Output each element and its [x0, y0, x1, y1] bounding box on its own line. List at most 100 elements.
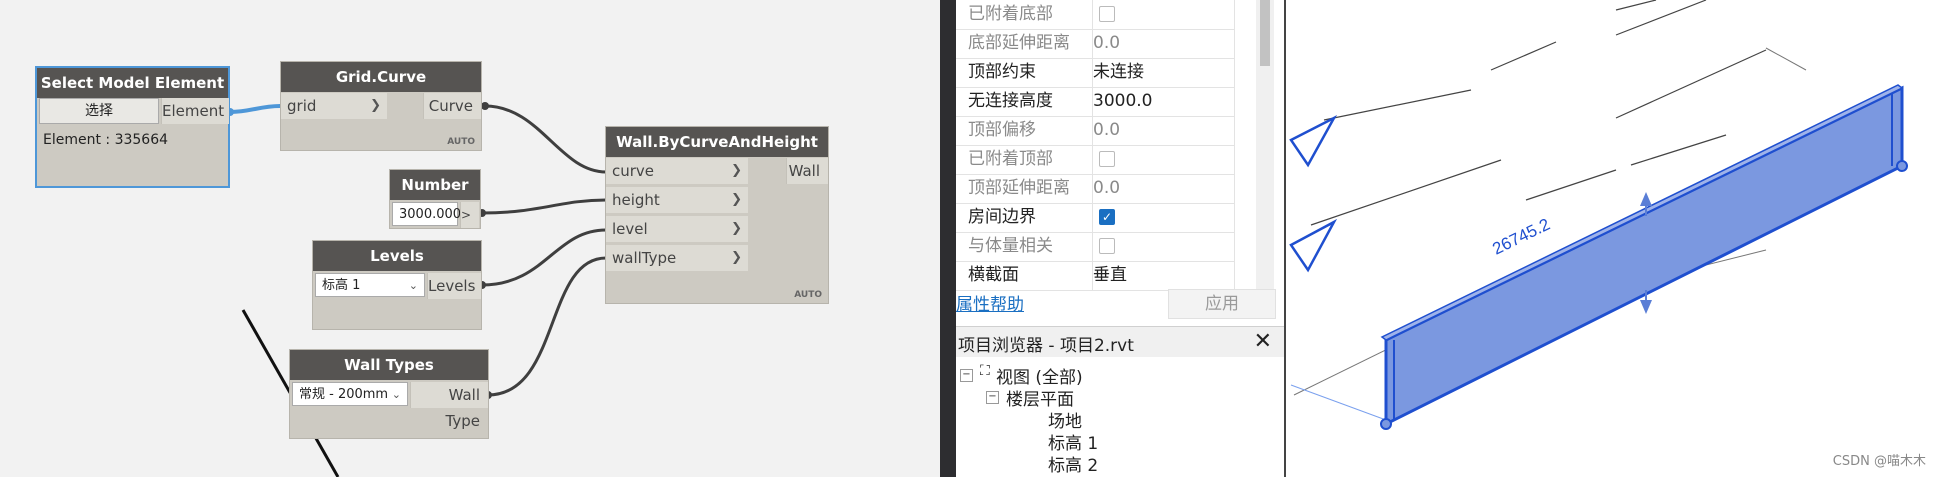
property-row[interactable]: 已附着顶部	[956, 145, 1235, 175]
flip-arrow-icon[interactable]	[1640, 192, 1652, 206]
curve-input-port[interactable]: curve ❯	[606, 158, 748, 184]
dynamo-canvas[interactable]: Select Model Element 选择 Element Element …	[0, 0, 940, 477]
column-divider	[1092, 0, 1093, 290]
node-title: Wall.ByCurveAndHeight	[606, 127, 828, 157]
collapse-toggle-icon[interactable]: −	[986, 391, 999, 404]
chevron-right-icon: ❯	[731, 250, 742, 265]
wire-levels-level[interactable]	[481, 228, 607, 287]
levels-selected: 标高 1	[322, 278, 361, 293]
views-icon: ⛶	[980, 363, 990, 379]
levels-output-port[interactable]: Levels	[427, 273, 481, 299]
levels-node[interactable]: Levels 标高 1 ⌄ Levels	[313, 241, 481, 329]
port-label: wallType	[612, 249, 677, 267]
grid-line	[1615, 0, 1657, 11]
properties-help-link[interactable]: 属性帮助	[956, 290, 1024, 315]
property-row[interactable]: 已附着底部	[956, 0, 1235, 30]
wire-number-height[interactable]	[481, 198, 607, 215]
node-title: Grid.Curve	[281, 62, 481, 92]
wall-endpoint-handle[interactable]	[1380, 418, 1392, 430]
wire-element-grid[interactable]	[229, 104, 281, 114]
property-row[interactable]: 房间边界 ✓	[956, 203, 1235, 233]
grid-line	[1765, 47, 1807, 71]
level-input-port[interactable]: level ❯	[606, 216, 748, 242]
wire-curve-curve[interactable]	[484, 104, 607, 174]
element-output-port[interactable]: Element	[161, 98, 229, 124]
height-input-port[interactable]: height ❯	[606, 187, 748, 213]
lacing-label: AUTO	[794, 290, 822, 300]
walltype-input-port[interactable]: wallType ❯	[606, 245, 748, 271]
flip-arrow-icon[interactable]	[1640, 300, 1652, 314]
wall-output-port[interactable]: Wall	[786, 158, 828, 184]
watermark: CSDN @喵木木	[1832, 454, 1926, 469]
wall-element[interactable]	[1384, 85, 1904, 427]
wall-endpoint-handle[interactable]	[1896, 160, 1908, 172]
port-label: level	[612, 220, 648, 238]
property-row[interactable]: 顶部约束 未连接	[956, 58, 1235, 88]
number-input[interactable]: 3000.000	[392, 202, 461, 226]
grid-line	[1630, 134, 1727, 166]
lacing-label: AUTO	[447, 137, 475, 147]
levels-dropdown[interactable]: 标高 1 ⌄	[315, 273, 425, 297]
chevron-down-icon: ⌄	[408, 279, 418, 292]
pane-divider[interactable]	[940, 0, 956, 477]
property-row[interactable]: 无连接高度 3000.0	[956, 87, 1235, 117]
property-label: 顶部约束	[968, 62, 1036, 82]
property-row[interactable]: 横截面 垂直	[956, 261, 1235, 291]
chevron-right-icon: ❯	[731, 163, 742, 178]
property-checkbox[interactable]: ✓	[1099, 209, 1115, 225]
reference-line	[1290, 384, 1387, 421]
node-title: Number	[390, 170, 480, 200]
property-label: 已附着顶部	[968, 149, 1053, 169]
property-value[interactable]: 垂直	[1093, 261, 1127, 290]
grid-line	[1310, 159, 1502, 226]
collapse-toggle-icon[interactable]: −	[960, 369, 973, 382]
wall-types-selected: 常规 - 200mm	[299, 387, 389, 402]
curve-output-port[interactable]: Curve	[423, 93, 481, 119]
level-marker-icon	[1289, 218, 1338, 273]
3d-view[interactable]: 26745.2 CSDN @喵木木	[1284, 0, 1936, 477]
column-divider	[1234, 0, 1235, 290]
property-row[interactable]: 与体量相关	[956, 232, 1235, 262]
3d-view-canvas[interactable]: 26745.2	[1286, 0, 1936, 477]
chevron-down-icon: ⌄	[391, 388, 401, 401]
scrollbar-thumb[interactable]	[1260, 0, 1270, 66]
grid-line	[1525, 169, 1617, 201]
wall-types-dropdown[interactable]: 常规 - 200mm ⌄	[292, 382, 408, 406]
property-row[interactable]: 顶部延伸距离 0.0	[956, 174, 1235, 204]
select-model-element-node[interactable]: Select Model Element 选择 Element Element …	[37, 68, 229, 186]
property-value[interactable]: 未连接	[1093, 58, 1144, 87]
property-label: 顶部延伸距离	[968, 178, 1070, 198]
properties-scrollbar[interactable]	[1256, 0, 1274, 290]
select-button[interactable]: 选择	[39, 98, 159, 124]
project-browser-title: 项目浏览器 - 项目2.rvt	[958, 336, 1134, 356]
property-label: 底部延伸距离	[968, 33, 1070, 53]
property-value: 0.0	[1093, 120, 1121, 140]
property-row[interactable]: 顶部偏移 0.0	[956, 116, 1235, 146]
element-id-text: Element : 335664	[43, 132, 169, 148]
grid-curve-node[interactable]: Grid.Curve grid ❯ Curve AUTO	[281, 62, 481, 150]
wall-type-output-port[interactable]: Wall Type	[410, 382, 488, 430]
property-label: 房间边界	[968, 207, 1036, 227]
apply-button[interactable]: 应用	[1168, 289, 1276, 319]
property-label: 横截面	[968, 265, 1019, 285]
grid-line	[1323, 89, 1472, 121]
chevron-right-icon: ❯	[731, 221, 742, 236]
number-output-port[interactable]: >	[460, 202, 479, 228]
number-node[interactable]: Number 3000.000 >	[390, 170, 480, 228]
node-title: Select Model Element	[37, 68, 228, 98]
dimension-label[interactable]: 26745.2	[1489, 215, 1553, 259]
project-browser: 项目浏览器 - 项目2.rvt ✕ − 视图 (全部) ⛶ − 楼层平面 场地 标高 1 标高…	[956, 326, 1284, 478]
property-row[interactable]: 底部延伸距离 0.0	[956, 29, 1235, 59]
grid-line	[1615, 0, 1707, 36]
property-checkbox	[1099, 6, 1115, 22]
tree-item[interactable]: 标高 2	[1048, 451, 1098, 476]
properties-panel: 已附着底部 底部延伸距离 0.0 顶部约束 未连接 无连接高度 3000.0 顶部偏移 0.0 已…	[956, 0, 1276, 320]
property-value[interactable]: 3000.0	[1093, 87, 1152, 116]
close-icon[interactable]: ✕	[1254, 329, 1272, 354]
property-checkbox	[1099, 238, 1115, 254]
wall-by-curve-and-height-node[interactable]: Wall.ByCurveAndHeight curve ❯ height ❯ l…	[606, 127, 828, 303]
wall-types-node[interactable]: Wall Types 常规 - 200mm ⌄ Wall Type	[290, 350, 488, 438]
wire-walltype-walltype[interactable]	[487, 256, 607, 397]
grid-input-port[interactable]: grid ❯	[281, 93, 387, 119]
node-title: Levels	[313, 241, 481, 271]
